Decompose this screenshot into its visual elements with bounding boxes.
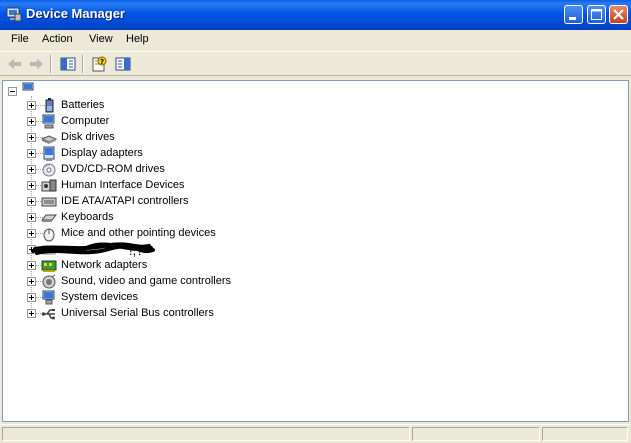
back-arrow-icon[interactable] xyxy=(5,55,25,73)
display-adapter-icon xyxy=(43,146,55,161)
expand-toggle[interactable] xyxy=(27,309,36,318)
view-toggle-icon[interactable] xyxy=(113,55,133,73)
forward-arrow-icon[interactable] xyxy=(26,55,46,73)
tree-item-label[interactable]: System devices xyxy=(61,291,138,303)
expand-toggle[interactable] xyxy=(27,293,36,302)
hid-icon xyxy=(41,179,57,192)
close-icon xyxy=(613,9,624,20)
tree-item-label[interactable]: DVD/CD-ROM drives xyxy=(61,163,165,175)
menu-file[interactable]: File xyxy=(11,33,29,45)
expand-toggle[interactable] xyxy=(27,149,36,158)
toolbar-separator xyxy=(82,55,84,73)
root-collapse-toggle[interactable] xyxy=(8,87,17,96)
menu-bar: File Action View Help xyxy=(0,30,631,50)
tree-item-label[interactable]: Keyboards xyxy=(61,211,114,223)
usb-icon xyxy=(41,309,55,320)
minimize-button[interactable] xyxy=(564,5,583,24)
tree-item-label[interactable]: Sound, video and game controllers xyxy=(61,275,231,287)
system-devices-icon xyxy=(42,290,55,305)
tree-item-label[interactable]: Batteries xyxy=(61,99,104,111)
tree-item-label[interactable]: Computer xyxy=(61,115,109,127)
title-bar[interactable]: Device Manager xyxy=(0,0,631,30)
expand-toggle[interactable] xyxy=(27,181,36,190)
tree-item-label[interactable]: IDE ATA/ATAPI controllers xyxy=(61,195,189,207)
keyboard-icon xyxy=(41,214,57,222)
redaction-scribble xyxy=(31,242,155,255)
device-tree[interactable]: Batteries Computer Disk drives Display adap… xyxy=(2,80,629,422)
tree-item-label[interactable]: Disk drives xyxy=(61,131,115,143)
properties-help-icon[interactable]: ? xyxy=(89,55,109,73)
maximize-button[interactable] xyxy=(587,5,606,24)
disk-drive-icon xyxy=(41,135,57,144)
window-title: Device Manager xyxy=(26,6,125,21)
status-pane-main xyxy=(2,427,410,441)
minimize-icon xyxy=(569,17,576,20)
computer-icon xyxy=(42,114,55,129)
toolbar: ? xyxy=(0,51,631,76)
svg-text:?: ? xyxy=(100,58,104,66)
expand-toggle[interactable] xyxy=(27,197,36,206)
menu-view[interactable]: View xyxy=(89,33,113,45)
battery-icon xyxy=(45,98,54,113)
device-manager-icon xyxy=(6,7,22,22)
status-pane-secondary xyxy=(412,427,540,441)
status-bar xyxy=(0,424,631,443)
status-pane-tertiary xyxy=(542,427,628,441)
computer-root-icon xyxy=(22,82,34,91)
ide-controller-icon xyxy=(41,197,57,207)
tree-item-label[interactable]: Universal Serial Bus controllers xyxy=(61,307,214,319)
expand-toggle[interactable] xyxy=(27,101,36,110)
show-hide-tree-icon[interactable] xyxy=(58,55,78,73)
menu-help[interactable]: Help xyxy=(126,33,149,45)
expand-toggle[interactable] xyxy=(27,117,36,126)
menu-action[interactable]: Action xyxy=(42,33,73,45)
expand-toggle[interactable] xyxy=(27,277,36,286)
maximize-icon xyxy=(591,9,602,20)
expand-toggle[interactable] xyxy=(27,213,36,222)
expand-toggle[interactable] xyxy=(27,261,36,270)
sound-icon xyxy=(42,274,56,289)
tree-item-label[interactable]: Human Interface Devices xyxy=(61,179,185,191)
dvd-drive-icon xyxy=(42,163,56,177)
tree-item-label[interactable]: Display adapters xyxy=(61,147,143,159)
toolbar-separator xyxy=(50,55,52,73)
close-button[interactable] xyxy=(609,5,628,24)
expand-toggle[interactable] xyxy=(27,165,36,174)
expand-toggle[interactable] xyxy=(27,133,36,142)
